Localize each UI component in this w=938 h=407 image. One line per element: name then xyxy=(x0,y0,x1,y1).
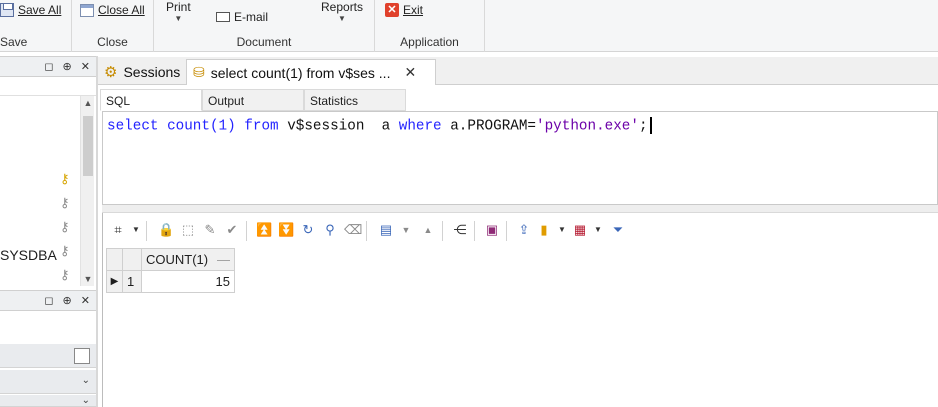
grid-toolbar: ⌗ ▼ 🔒 ⬚ ✎ ✔ ⏫ ⏬ ↻ ⚲ ⌫ ▤ ▼ ▲ ⋲ ▣ ⇪ ▮ ▼ ▦ … xyxy=(106,219,938,243)
reports-button[interactable]: Reports ▼ xyxy=(321,0,363,23)
lock-icon[interactable]: 🔒 xyxy=(158,222,174,238)
save-icon[interactable]: ▣ xyxy=(484,222,500,238)
first-record-icon[interactable]: ⏫ xyxy=(256,222,272,238)
cell-count[interactable]: 15 xyxy=(141,270,235,293)
navigator-dropdown-icon[interactable]: ▼ xyxy=(128,222,144,238)
application-group: Reports ▼ ✕ Exit Application xyxy=(321,0,485,52)
explorer-toolbar xyxy=(0,78,96,96)
current-row-indicator-icon: ▶ xyxy=(106,270,123,293)
last-record-icon[interactable]: ⏬ xyxy=(278,222,294,238)
tab-sql-query[interactable]: ⛁ select count(1) from v$ses ... ✕ xyxy=(186,59,436,85)
application-group-label: Application xyxy=(400,35,459,49)
export-icon[interactable]: ⇪ xyxy=(516,222,532,238)
email-icon xyxy=(216,12,230,22)
column-resize-icon[interactable]: — xyxy=(217,252,230,267)
chevron-down-icon[interactable]: ⌄ xyxy=(82,375,90,386)
pane-splitter[interactable] xyxy=(96,56,98,407)
lower-pane-header: ◻ ⊕ ✕ xyxy=(0,290,97,311)
print-dropdown-icon: ▼ xyxy=(174,14,183,23)
checkbox[interactable] xyxy=(74,348,90,364)
key-icon: ⚷ xyxy=(60,219,70,234)
results-border xyxy=(102,213,103,407)
table-icon[interactable]: ▦ xyxy=(572,222,588,238)
table-dropdown-icon[interactable]: ▼ xyxy=(590,222,606,238)
edit-row-icon[interactable]: ✎ xyxy=(202,222,218,238)
header-corner xyxy=(106,248,123,271)
navigator-icon[interactable]: ⌗ xyxy=(110,222,126,238)
key-icon: ⚷ xyxy=(60,243,70,258)
post-icon[interactable]: ✔ xyxy=(224,222,240,238)
insert-row-icon[interactable]: ⬚ xyxy=(180,222,196,238)
scroll-down-icon[interactable]: ▼ xyxy=(81,274,95,284)
exit-button[interactable]: ✕ Exit xyxy=(385,3,423,17)
search-icon[interactable]: ⚲ xyxy=(322,222,338,238)
row-number: 1 xyxy=(122,270,142,293)
editor-results-splitter[interactable] xyxy=(102,205,938,213)
close-group-label: Close xyxy=(97,35,128,49)
chart-dropdown-icon[interactable]: ▼ xyxy=(554,222,570,238)
document-tabs: ⚙ Sessions ⛁ select count(1) from v$ses … xyxy=(98,57,938,85)
document-group-label: Document xyxy=(236,35,292,49)
refresh-icon[interactable]: ↻ xyxy=(300,222,316,238)
email-button[interactable]: E-mail xyxy=(216,10,268,24)
ribbon-toolbar: Save All Save Close All Close Print ▼ E-… xyxy=(0,0,938,52)
clear-icon[interactable]: ⌫ xyxy=(344,222,362,238)
save-all-icon xyxy=(0,3,14,17)
key-icon: ⚷ xyxy=(60,195,70,210)
explorer-tree[interactable]: ⚷ ⚷ ⚷ SYSDBA ⚷ ⚷ xyxy=(0,96,80,286)
sql-text[interactable]: select count(1) from v$session a where a… xyxy=(107,117,652,134)
table-header-row: COUNT(1) — xyxy=(106,248,235,271)
header-rownum xyxy=(122,248,142,271)
table-row[interactable]: ▶ 1 15 xyxy=(106,270,235,293)
close-icon[interactable]: ✕ xyxy=(404,64,416,81)
tree-item-sysdba[interactable]: SYSDBA xyxy=(0,247,57,263)
chevron-down-icon[interactable]: ⌄ xyxy=(82,395,90,406)
explorer-pane-header: ◻ ⊕ ✕ xyxy=(0,56,97,77)
tab-sessions[interactable]: ⚙ Sessions xyxy=(98,59,186,85)
sql-editor[interactable]: select count(1) from v$session a where a… xyxy=(102,111,938,205)
close-all-button[interactable]: Close All xyxy=(80,3,145,17)
close-group: Close All Close xyxy=(72,0,154,52)
filter-icon[interactable]: ⏷ xyxy=(610,222,626,238)
tree-view-icon[interactable]: ⋲ xyxy=(452,222,468,238)
pane-window-buttons[interactable]: ◻ ⊕ ✕ xyxy=(44,60,93,73)
reports-dropdown-icon: ▼ xyxy=(338,14,346,23)
scroll-up-icon[interactable]: ▲ xyxy=(81,98,95,108)
scroll-thumb[interactable] xyxy=(83,116,93,176)
sql-icon: ⛁ xyxy=(193,64,205,80)
lower-pane-combo[interactable]: ⌄ xyxy=(0,395,96,407)
move-up-icon[interactable]: ▲ xyxy=(420,222,436,238)
editor-subtabs: SQL Output Statistics xyxy=(100,89,406,111)
results-grid[interactable]: COUNT(1) — ▶ 1 15 xyxy=(106,248,938,407)
lower-pane-row xyxy=(0,344,96,368)
column-header[interactable]: COUNT(1) — xyxy=(141,248,235,271)
move-down-icon[interactable]: ▼ xyxy=(398,222,414,238)
form-view-icon[interactable]: ▤ xyxy=(378,222,394,238)
text-cursor xyxy=(649,117,652,134)
key-icon: ⚷ xyxy=(60,267,70,282)
close-all-icon xyxy=(80,3,94,17)
pane-window-buttons[interactable]: ◻ ⊕ ✕ xyxy=(44,294,93,307)
results-table: COUNT(1) — ▶ 1 15 xyxy=(106,248,235,293)
tab-statistics[interactable]: Statistics xyxy=(304,89,406,111)
tab-sql[interactable]: SQL xyxy=(100,89,202,111)
key-icon: ⚷ xyxy=(60,171,70,186)
save-group-label: Save xyxy=(0,35,28,49)
tab-output[interactable]: Output xyxy=(202,89,304,111)
sessions-icon: ⚙ xyxy=(104,64,118,81)
explorer-scrollbar[interactable]: ▲ ▼ xyxy=(80,96,94,286)
chart-icon[interactable]: ▮ xyxy=(536,222,552,238)
exit-icon: ✕ xyxy=(385,3,399,17)
print-button[interactable]: Print ▼ xyxy=(166,0,191,23)
lower-pane-combo[interactable]: ⌄ xyxy=(0,370,96,394)
save-all-button[interactable]: Save All xyxy=(0,3,61,17)
save-group: Save All Save xyxy=(0,0,72,52)
